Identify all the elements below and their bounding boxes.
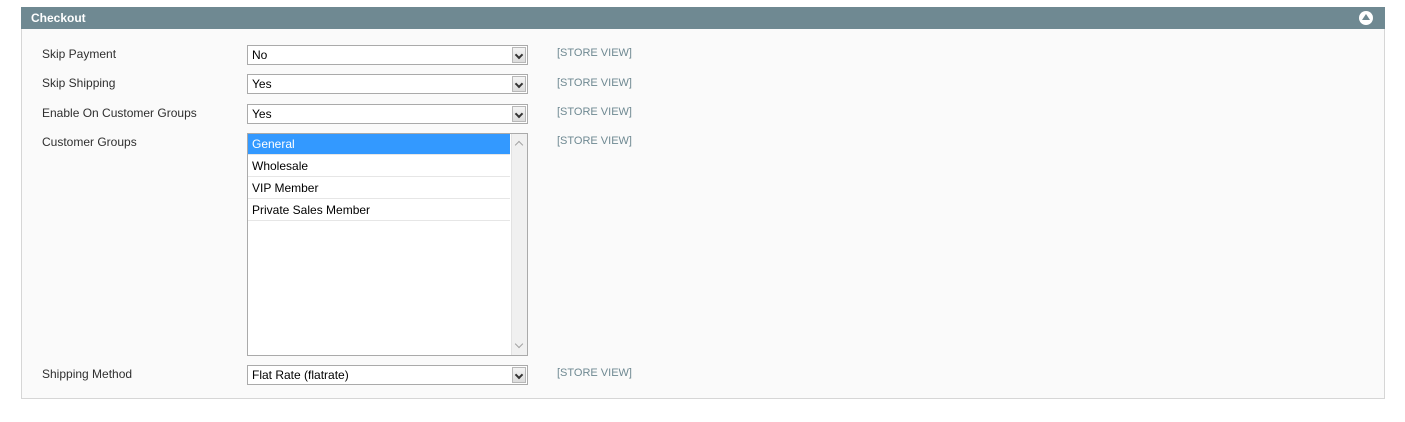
skip-shipping-select[interactable]: Yes — [247, 74, 528, 94]
enable-customer-groups-value: Yes — [252, 107, 272, 121]
customer-groups-multiselect[interactable]: General Wholesale VIP Member Private Sal… — [247, 133, 528, 356]
scrollbar[interactable] — [511, 134, 527, 355]
shipping-method-value: Flat Rate (flatrate) — [252, 368, 349, 382]
skip-payment-select[interactable]: No — [247, 45, 528, 65]
customer-group-option[interactable]: Wholesale — [248, 156, 510, 177]
section-title: Checkout — [31, 11, 86, 25]
scroll-up-icon[interactable] — [514, 140, 524, 150]
shipping-method-scope: [STORE VIEW] — [557, 367, 632, 379]
collapse-up-icon[interactable] — [1359, 11, 1373, 25]
customer-group-option[interactable]: VIP Member — [248, 178, 510, 199]
section-header[interactable]: Checkout — [21, 7, 1385, 29]
skip-payment-value: No — [252, 48, 268, 62]
chevron-down-icon[interactable] — [512, 367, 526, 383]
customer-group-option[interactable]: General — [248, 134, 510, 155]
chevron-down-icon[interactable] — [512, 106, 526, 122]
skip-shipping-label: Skip Shipping — [42, 76, 116, 90]
customer-group-option[interactable]: Private Sales Member — [248, 200, 510, 221]
checkout-section: Checkout Skip Payment No [STORE VIEW] Sk… — [21, 7, 1385, 399]
enable-customer-groups-scope: [STORE VIEW] — [557, 106, 632, 118]
customer-groups-scope: [STORE VIEW] — [557, 135, 632, 147]
enable-customer-groups-select[interactable]: Yes — [247, 104, 528, 124]
chevron-down-icon[interactable] — [512, 76, 526, 92]
scroll-down-icon[interactable] — [514, 339, 524, 349]
shipping-method-label: Shipping Method — [42, 367, 133, 381]
shipping-method-select[interactable]: Flat Rate (flatrate) — [247, 365, 528, 385]
enable-customer-groups-label: Enable On Customer Groups — [42, 106, 197, 120]
skip-payment-label: Skip Payment — [42, 47, 117, 61]
skip-shipping-scope: [STORE VIEW] — [557, 77, 632, 89]
customer-groups-label: Customer Groups — [42, 135, 137, 149]
skip-shipping-value: Yes — [252, 77, 272, 91]
chevron-down-icon[interactable] — [512, 47, 526, 63]
skip-payment-scope: [STORE VIEW] — [557, 47, 632, 59]
